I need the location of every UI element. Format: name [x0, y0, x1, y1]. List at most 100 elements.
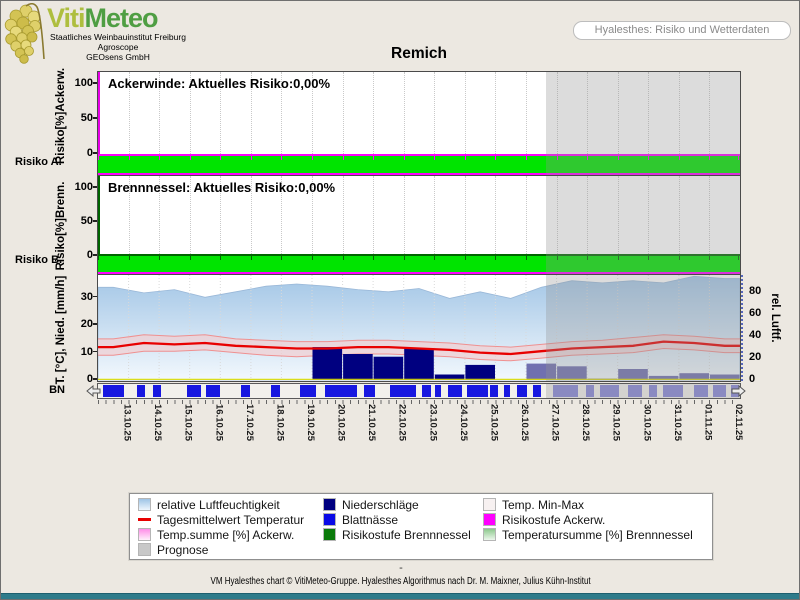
gridline	[557, 176, 558, 256]
y-tick-label: 10	[65, 346, 93, 358]
footer-dash: -	[1, 562, 800, 574]
gridline	[648, 176, 649, 256]
leaf-wetness-segment	[206, 385, 220, 397]
day-tickmark	[312, 156, 313, 160]
legend-swatch-icon	[138, 513, 151, 526]
date-label: 18.10.25	[274, 404, 285, 441]
legend-swatch-icon	[483, 513, 496, 526]
legend-swatch-icon	[483, 498, 496, 511]
gridline	[587, 72, 588, 154]
date-label: 30.10.25	[641, 404, 652, 441]
risk-a-band-label: Risiko A.	[15, 156, 61, 168]
legend-item: Risikostufe Ackerw.	[483, 513, 693, 528]
weather-chart	[98, 275, 740, 381]
y-tickmark	[93, 323, 97, 325]
legend-item: Risikostufe Brennnessel	[323, 528, 471, 543]
gridline	[465, 72, 466, 154]
legend-item: Blattnässe	[323, 513, 471, 528]
leaf-wetness-segment	[553, 385, 579, 397]
scroll-left-arrow-icon[interactable]	[86, 385, 101, 397]
y-tick-label: 0	[65, 249, 93, 261]
day-tickmark	[159, 256, 160, 260]
legend-item: Temperatursumme [%] Brennnessel	[483, 528, 693, 543]
gridline	[618, 176, 619, 256]
leaf-wetness-strip	[97, 383, 741, 399]
leaf-wetness-segment	[364, 385, 374, 397]
leaf-wetness-segment	[467, 385, 488, 397]
gridline	[404, 176, 405, 256]
precip-bar	[618, 369, 648, 380]
date-label: 24.10.25	[458, 404, 469, 441]
gridline	[373, 72, 374, 154]
y-tickmark	[93, 296, 97, 298]
legend-item: Niederschläge	[323, 498, 471, 513]
precip-bar	[313, 347, 343, 380]
y-tick-label: 30	[65, 291, 93, 303]
day-tickmark	[526, 256, 527, 260]
leaf-wetness-segment	[586, 385, 594, 397]
day-tickmark	[648, 256, 649, 260]
ackerwinde-headline: Ackerwinde: Aktuelles Risiko:0,00%	[108, 76, 330, 91]
legend-item: relative Luftfeuchtigkeit	[138, 498, 304, 513]
precip-bar	[404, 349, 434, 381]
legend-swatch-icon	[323, 498, 336, 511]
day-tickmark	[404, 256, 405, 260]
leaf-wetness-segment	[103, 385, 124, 397]
day-tickmark	[587, 256, 588, 260]
leaf-wetness-segment	[271, 385, 279, 397]
date-label: 15.10.25	[183, 404, 194, 441]
leaf-wetness-segment	[435, 385, 441, 397]
gridline	[465, 176, 466, 256]
y-tickmark	[93, 254, 97, 256]
day-tickmark	[220, 156, 221, 160]
day-tickmark	[738, 256, 739, 260]
leaf-wetness-segment	[663, 385, 684, 397]
ackerwinde-risk-band	[98, 154, 740, 175]
day-tickmark	[709, 156, 710, 160]
scroll-right-arrow-icon[interactable]	[731, 385, 746, 397]
day-tickmark	[618, 156, 619, 160]
y-tickmark	[93, 82, 97, 84]
leaf-wetness-segment	[713, 385, 726, 397]
footer-bar	[1, 593, 800, 599]
day-tickmark	[129, 156, 130, 160]
legend-item-label: Risikostufe Brennnessel	[342, 528, 471, 542]
gridline	[587, 176, 588, 256]
date-label: 01.11.25	[702, 404, 713, 440]
gridline	[709, 72, 710, 154]
day-tickmark	[587, 156, 588, 160]
y-tick-label: 50	[65, 215, 93, 227]
date-label: 19.10.25	[305, 404, 316, 441]
leaf-wetness-segment	[694, 385, 708, 397]
logo-wordmark: VitiMeteo	[47, 5, 158, 32]
gridline	[679, 72, 680, 154]
day-tickmark	[679, 256, 680, 260]
risk-b-band-label: Risiko B.	[15, 254, 61, 266]
day-tickmark	[281, 156, 282, 160]
day-tickmark	[495, 156, 496, 160]
legend-item-label: Prognose	[157, 543, 208, 557]
date-label: 02.11.25	[733, 404, 744, 440]
legend-item-label: Blattnässe	[342, 513, 398, 527]
leaf-wetness-segment	[300, 385, 315, 397]
gridline	[495, 72, 496, 154]
day-tickmark	[526, 156, 527, 160]
day-tickmark	[738, 156, 739, 160]
legend-item: Temp.summe [%] Ackerw.	[138, 528, 304, 543]
day-tickmark	[373, 256, 374, 260]
y-tick-label: 100	[65, 181, 93, 193]
legend-swatch-icon	[323, 528, 336, 541]
legend-column: Temp. Min-MaxRisikostufe Ackerw.Temperat…	[483, 498, 693, 543]
ackerwinde-risk-panel: Ackerwinde: Aktuelles Risiko:0,00%	[97, 71, 741, 176]
y-tick-label-right: 80	[749, 285, 775, 297]
precip-bar	[465, 365, 495, 380]
brennnessel-risk-band	[98, 254, 740, 274]
legend-item: Prognose	[138, 543, 304, 558]
day-tickmark	[220, 256, 221, 260]
day-tickmark	[343, 256, 344, 260]
day-tickmark	[434, 156, 435, 160]
day-tickmark	[648, 156, 649, 160]
legend-item-label: Risikostufe Ackerw.	[502, 513, 605, 527]
date-label: 14.10.25	[152, 404, 163, 441]
date-label: 17.10.25	[244, 404, 255, 441]
